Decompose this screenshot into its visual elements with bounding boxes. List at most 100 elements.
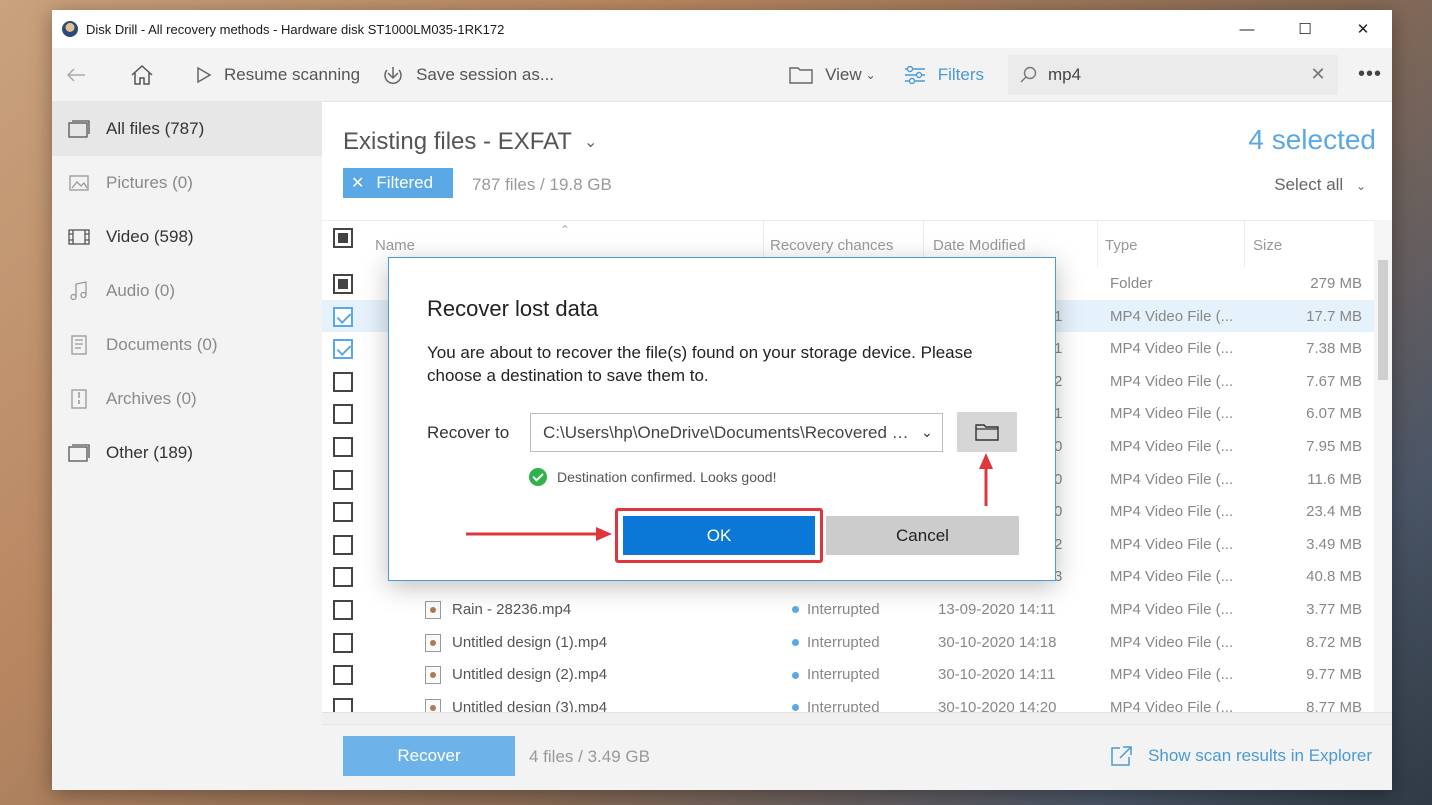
- row-checkbox[interactable]: [333, 404, 353, 425]
- external-link-icon: [1111, 746, 1132, 766]
- status-dot-icon: [792, 606, 799, 614]
- row-checkbox[interactable]: [333, 665, 353, 686]
- download-icon: [384, 66, 402, 84]
- maximize-button[interactable]: ☐: [1276, 10, 1334, 48]
- page-title[interactable]: Existing files - EXFAT ⌄: [343, 128, 597, 156]
- view-label: View: [825, 64, 862, 84]
- select-all-checkbox[interactable]: [333, 228, 353, 248]
- row-checkbox[interactable]: [333, 306, 353, 327]
- size-cell: 40.8 MB: [1306, 568, 1362, 586]
- chevron-down-icon: ⌄: [583, 134, 598, 151]
- sidebar-item-label: Archives (0): [106, 389, 197, 408]
- home-button[interactable]: [130, 64, 166, 86]
- clear-search-icon[interactable]: ✕: [1298, 64, 1338, 85]
- save-session-button[interactable]: Save session as...: [382, 64, 554, 86]
- folder-icon: [789, 66, 813, 84]
- destination-value: C:\Users\hp\OneDrive\Documents\Recovered…: [543, 422, 912, 442]
- sidebar-item-all-files[interactable]: All files (787): [52, 102, 322, 156]
- row-checkbox[interactable]: [333, 371, 353, 392]
- cancel-button[interactable]: Cancel: [826, 516, 1019, 555]
- sidebar-item-label: All files (787): [106, 119, 205, 138]
- table-row[interactable]: Untitled design (2).mp4 Interrupted 30-1…: [322, 658, 1392, 691]
- selection-summary: 4 files / 3.49 GB: [529, 747, 650, 766]
- filtered-label: Filtered: [376, 173, 434, 192]
- sidebar-item-pictures[interactable]: Pictures (0): [52, 156, 322, 210]
- table-row[interactable]: Untitled design (1).mp4 Interrupted 30-1…: [322, 626, 1392, 659]
- type-cell: MP4 Video File (...: [1110, 666, 1234, 684]
- size-cell: 3.77 MB: [1306, 600, 1362, 618]
- more-options-icon[interactable]: •••: [1348, 63, 1392, 86]
- dialog-message: You are about to recover the file(s) fou…: [427, 343, 973, 385]
- row-checkbox[interactable]: [333, 632, 353, 653]
- type-cell: MP4 Video File (...: [1110, 633, 1234, 651]
- picture-icon: [69, 175, 89, 191]
- size-cell: 3.49 MB: [1306, 535, 1362, 553]
- row-checkbox[interactable]: [333, 534, 353, 555]
- table-row[interactable]: Rain - 28236.mp4 Interrupted 13-09-2020 …: [322, 593, 1392, 626]
- browse-folder-button[interactable]: [957, 412, 1017, 452]
- archive-icon: [71, 389, 87, 409]
- view-button[interactable]: View ⌄: [789, 65, 876, 85]
- sidebar-item-documents[interactable]: Documents (0): [52, 318, 322, 372]
- recovery-chance-cell: Interrupted: [792, 601, 880, 618]
- search-input[interactable]: mp4 ✕: [1008, 54, 1338, 95]
- status-dot-icon: [792, 704, 799, 712]
- row-checkbox[interactable]: [333, 274, 353, 294]
- column-name[interactable]: Name: [375, 237, 415, 254]
- destination-select[interactable]: C:\Users\hp\OneDrive\Documents\Recovered…: [530, 413, 943, 452]
- row-checkbox[interactable]: [333, 599, 353, 620]
- sort-caret-icon: ⌃: [560, 223, 571, 237]
- show-in-explorer-link[interactable]: Show scan results in Explorer: [1110, 745, 1372, 767]
- close-icon[interactable]: ✕: [351, 173, 364, 193]
- sidebar-item-label: Video (598): [106, 227, 194, 246]
- row-checkbox[interactable]: [333, 339, 353, 360]
- row-checkbox[interactable]: [333, 567, 353, 588]
- column-recovery-chances[interactable]: Recovery chances: [770, 237, 893, 254]
- filters-button[interactable]: Filters: [904, 65, 984, 85]
- type-cell: MP4 Video File (...: [1110, 372, 1234, 390]
- column-size[interactable]: Size: [1253, 237, 1282, 254]
- type-cell: MP4 Video File (...: [1110, 307, 1234, 325]
- sidebar: All files (787) Pictures (0) Video (598)…: [52, 102, 322, 790]
- resume-scanning-button[interactable]: Resume scanning: [196, 65, 360, 85]
- row-checkbox[interactable]: [333, 469, 353, 490]
- sidebar-item-audio[interactable]: Audio (0): [52, 264, 322, 318]
- disk-drill-logo-icon: [62, 21, 78, 37]
- column-type[interactable]: Type: [1105, 237, 1138, 254]
- minimize-button[interactable]: —: [1218, 10, 1276, 48]
- type-cell: MP4 Video File (...: [1110, 535, 1234, 553]
- ok-button[interactable]: OK: [623, 516, 815, 555]
- back-button[interactable]: [66, 67, 98, 83]
- date-cell: 13-09-2020 14:11: [938, 600, 1056, 618]
- filters-label: Filters: [937, 64, 984, 84]
- scrollbar-thumb[interactable]: [1378, 260, 1388, 380]
- recover-button[interactable]: Recover: [343, 736, 515, 776]
- file-count: 787 files / 19.8 GB: [472, 175, 612, 194]
- type-cell: MP4 Video File (...: [1110, 437, 1234, 455]
- row-checkbox[interactable]: [333, 436, 353, 457]
- recover-to-label: Recover to: [427, 423, 510, 442]
- music-note-icon: [70, 281, 87, 301]
- column-date-modified[interactable]: Date Modified: [933, 237, 1026, 254]
- select-all-dropdown[interactable]: Select all ⌄: [1274, 175, 1366, 195]
- toolbar: Resume scanning Save session as... View …: [52, 48, 1392, 102]
- type-cell: MP4 Video File (...: [1110, 405, 1234, 423]
- close-button[interactable]: ✕: [1334, 10, 1392, 48]
- check-circle-icon: [529, 468, 547, 486]
- title-bar: Disk Drill - All recovery methods - Hard…: [52, 10, 1392, 48]
- chevron-down-icon: ⌄: [865, 67, 876, 82]
- recover-dialog: Recover lost data You are about to recov…: [388, 257, 1056, 581]
- sidebar-item-video[interactable]: Video (598): [52, 210, 322, 264]
- row-checkbox[interactable]: [333, 502, 353, 523]
- size-cell: 7.38 MB: [1306, 340, 1362, 358]
- filtered-tag[interactable]: ✕ Filtered: [343, 168, 453, 198]
- recovery-chance-cell: Interrupted: [792, 634, 880, 651]
- status-dot-icon: [792, 671, 799, 679]
- folder-icon: [975, 424, 999, 441]
- sidebar-item-archives[interactable]: Archives (0): [52, 372, 322, 426]
- search-icon: [1020, 66, 1037, 82]
- size-cell: 11.6 MB: [1307, 470, 1362, 488]
- window-title: Disk Drill - All recovery methods - Hard…: [86, 21, 505, 37]
- sidebar-item-other[interactable]: Other (189): [52, 426, 322, 480]
- vertical-scrollbar[interactable]: [1374, 220, 1392, 712]
